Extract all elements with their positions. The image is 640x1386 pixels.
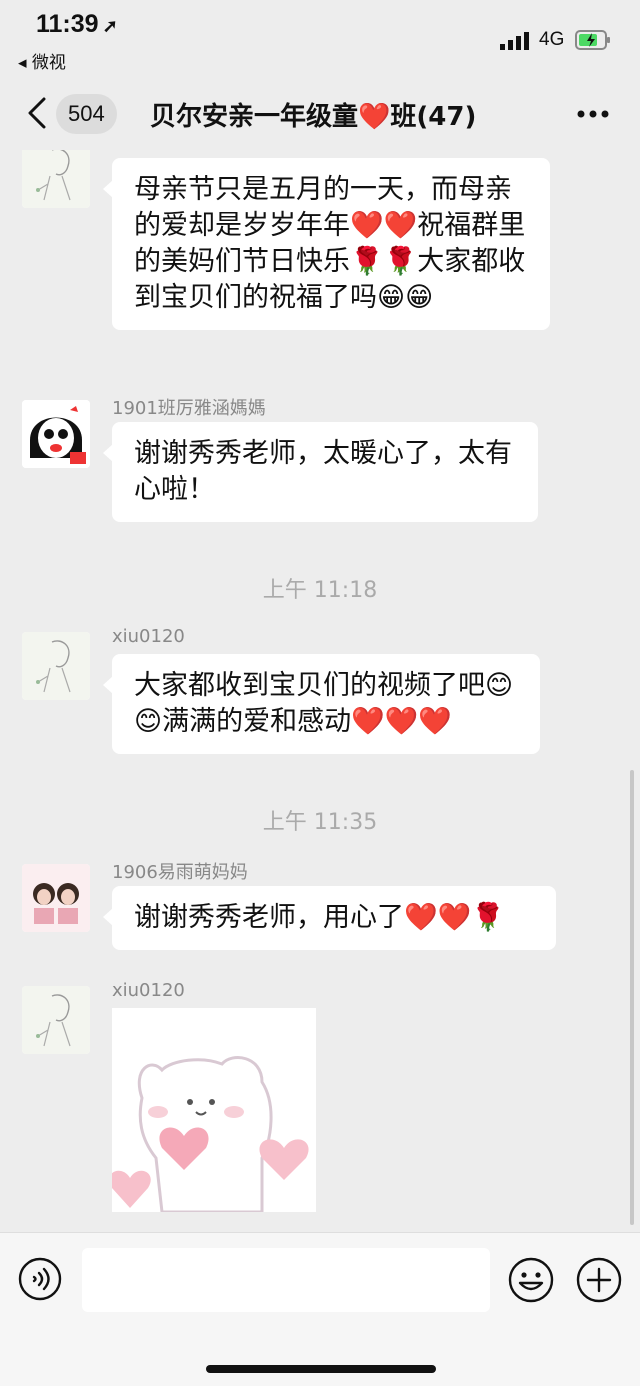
signal-icon [500,32,529,50]
sender-name: xiu0120 [112,626,185,647]
message-input[interactable] [82,1248,490,1312]
emoji-icon[interactable] [508,1257,554,1303]
avatar[interactable] [22,400,90,468]
avatar[interactable] [22,632,90,700]
back-to-app-link[interactable]: ◂ 微视 [18,48,66,73]
message-timestamp: 上午 11:35 [262,810,378,835]
network-type: 4G [539,29,565,50]
girl-sketch-avatar-icon [22,632,90,700]
location-arrow-icon: ➚ [102,16,118,36]
cartoon-girl-avatar-icon [22,400,90,468]
home-indicator[interactable] [206,1365,436,1373]
back-chevron-icon[interactable] [24,96,50,130]
girl-sketch-avatar-icon [22,986,90,1054]
message-bubble[interactable]: 大家都收到宝贝们的视频了吧😊😊满满的爱和感动❤️❤️❤️ [103,654,540,754]
sender-name: xiu0120 [112,980,185,1001]
message-bubble[interactable]: 谢谢秀秀老师，太暖心了，太有心啦！ [103,422,538,522]
avatar[interactable] [22,864,90,932]
message-bubble[interactable]: 谢谢秀秀老师，用心了❤️❤️🌹 [103,886,556,950]
photo-avatar-icon [22,864,90,932]
sender-name: 1901班厉雅涵媽媽 [112,398,266,419]
sender-name: 1906易雨萌妈妈 [112,862,248,883]
message-bubble[interactable]: 母亲节只是五月的一天，而母亲的爱却是岁岁年年❤️❤️祝福群里的美妈们节日快乐🌹🌹… [103,158,550,330]
avatar[interactable] [22,986,90,1054]
chat-header: 504 贝尔安亲一年级童❤️班(47) [0,82,640,146]
plus-icon[interactable] [576,1257,622,1303]
status-bar: 11:39 ➚ ◂ 微视 4G [0,0,640,80]
chat-message-list[interactable]: 母亲节只是五月的一天，而母亲的爱却是岁岁年年❤️❤️祝福群里的美妈们节日快乐🌹🌹… [0,150,640,1230]
input-toolbar [0,1232,640,1386]
chat-scrollbar[interactable] [630,770,634,1225]
more-options-icon[interactable] [575,100,611,128]
battery-charging-icon [575,30,610,50]
status-time: 11:39 ➚ [36,10,118,38]
message-timestamp: 上午 11:18 [262,578,378,603]
avatar[interactable] [22,150,90,208]
bear-with-heart-sticker-icon [109,1008,316,1214]
chat-title: 贝尔安亲一年级童❤️班(47) [150,102,477,132]
unread-count-badge[interactable]: 504 [56,94,117,134]
image-message[interactable] [109,1008,316,1214]
girl-sketch-avatar-icon [22,150,90,208]
voice-input-icon[interactable] [18,1257,62,1301]
